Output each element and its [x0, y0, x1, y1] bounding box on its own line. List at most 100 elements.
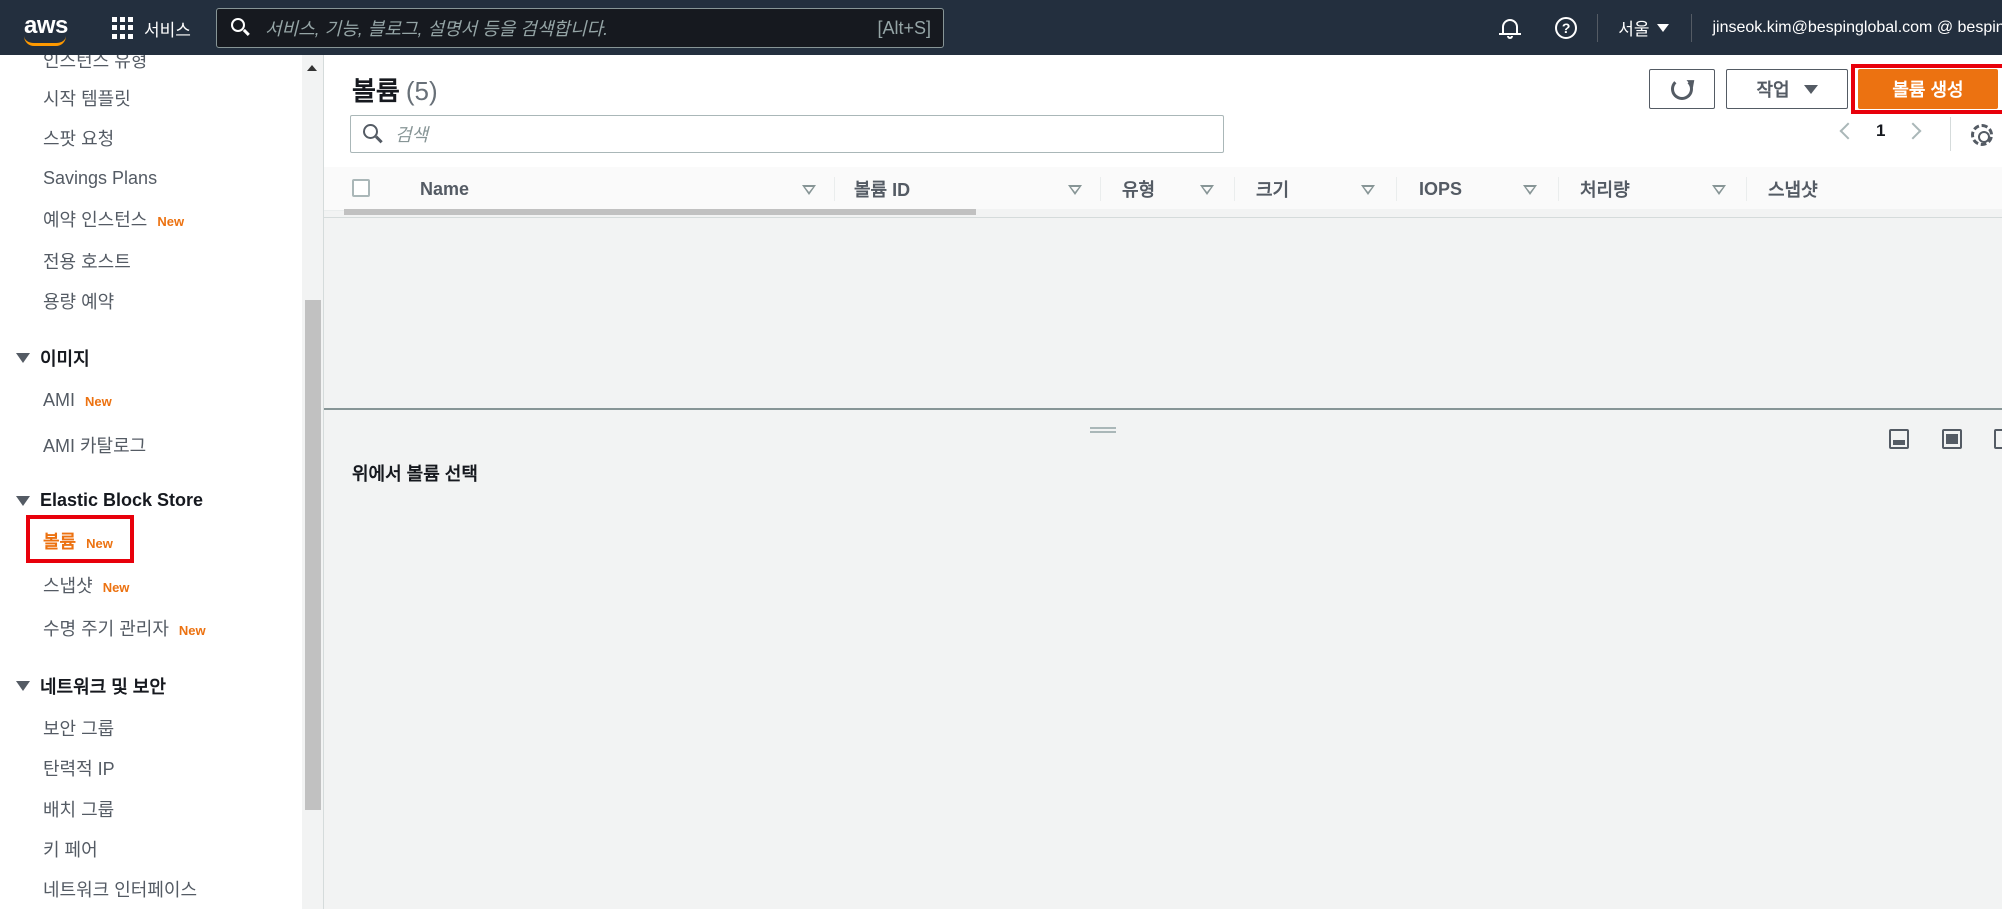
sidebar-scrollbar[interactable]: [302, 55, 324, 909]
sidebar-item-spot-requests[interactable]: 스팟 요청: [43, 125, 114, 151]
region-selector[interactable]: 서울: [1618, 15, 1670, 40]
column-divider[interactable]: [1234, 177, 1235, 201]
sort-icon[interactable]: [1712, 185, 1726, 195]
sidebar-section-ebs[interactable]: Elastic Block Store: [16, 490, 203, 511]
column-header-name[interactable]: Name: [420, 167, 469, 211]
volume-search-input[interactable]: 검색: [350, 115, 1224, 153]
sort-icon[interactable]: [1523, 185, 1537, 195]
triangle-down-icon: [16, 681, 30, 691]
chevron-right-icon[interactable]: [1904, 122, 1922, 140]
sidebar-item-label: 인스턴스 유형: [43, 55, 148, 71]
column-header-label: 볼륨 ID: [854, 180, 911, 200]
select-all-checkbox[interactable]: [352, 179, 370, 197]
refresh-button[interactable]: [1649, 69, 1715, 109]
sidebar-item-label: 키 페어: [43, 840, 98, 860]
drag-handle-icon[interactable]: [1090, 427, 1116, 433]
caret-down-icon: [1657, 23, 1670, 32]
column-header-label: 유형: [1122, 180, 1156, 200]
scrollbar-thumb[interactable]: [305, 300, 321, 810]
split-full-icon[interactable]: [1942, 429, 1962, 449]
column-header-label: 처리량: [1580, 180, 1630, 200]
aws-logo[interactable]: aws: [22, 10, 70, 46]
detail-panel-message: 위에서 볼륨 선택: [352, 464, 478, 484]
sidebar-item-label: 네트워크 인터페이스: [43, 880, 198, 900]
column-header-size[interactable]: 크기: [1256, 167, 1289, 211]
sidebar-item-label: 전용 호스트: [43, 252, 131, 272]
sidebar-item-dedicated-hosts[interactable]: 전용 호스트: [43, 248, 131, 274]
services-label: 서비스: [144, 20, 191, 40]
sort-icon[interactable]: [1068, 185, 1082, 195]
sidebar-item-label: 시작 템플릿: [43, 89, 131, 109]
sort-icon[interactable]: [1361, 185, 1375, 195]
help-icon[interactable]: ?: [1555, 16, 1578, 39]
column-header-label: IOPS: [1419, 178, 1463, 199]
sidebar-item-label: 수명 주기 관리자: [43, 619, 169, 639]
region-label: 서울: [1618, 20, 1650, 39]
sidebar-item-label: 용량 예약: [43, 292, 115, 312]
sidebar-item-label: 배치 그룹: [43, 800, 115, 820]
sidebar-item-placement-groups[interactable]: 배치 그룹: [43, 796, 114, 822]
column-header-volume-id[interactable]: 볼륨 ID: [854, 167, 910, 211]
sidebar-item-reserved-instances[interactable]: 예약 인스턴스 New: [43, 206, 184, 232]
sidebar-item-label: 탄력적 IP: [43, 759, 115, 779]
sidebar-section-title: 네트워크 및 보안: [40, 677, 166, 697]
page-number[interactable]: 1: [1876, 121, 1885, 141]
column-divider[interactable]: [1100, 177, 1101, 201]
sidebar-section-network-security[interactable]: 네트워크 및 보안: [16, 673, 166, 699]
highlight-box: [26, 515, 134, 563]
column-header-iops[interactable]: IOPS: [1419, 167, 1462, 211]
column-divider[interactable]: [1558, 177, 1559, 201]
global-search-input[interactable]: 서비스, 기능, 블로그, 설명서 등을 검색합니다. [Alt+S]: [216, 8, 944, 48]
column-divider[interactable]: [1746, 177, 1747, 201]
column-header-label: 크기: [1256, 180, 1290, 200]
account-menu[interactable]: jinseok.kim@bespinglobal.com @ bespin-: [1712, 19, 2002, 37]
sidebar-item-capacity-reservations[interactable]: 용량 예약: [43, 288, 114, 314]
sort-icon[interactable]: [1200, 185, 1214, 195]
scrollbar-thumb[interactable]: [344, 209, 976, 215]
column-header-snapshot[interactable]: 스냅샷: [1768, 167, 1818, 211]
table-header-area: 볼륨 (5) 작업 볼륨 생성 검색 1: [324, 55, 2002, 167]
sidebar-item-elastic-ip[interactable]: 탄력적 IP: [43, 755, 115, 781]
search-icon: [231, 18, 251, 38]
sidebar-item-label: Savings Plans: [43, 168, 158, 188]
column-divider[interactable]: [1396, 177, 1397, 201]
gear-icon[interactable]: [1971, 124, 1993, 146]
sidebar-section-title: Elastic Block Store: [40, 490, 204, 510]
sidebar-item-label: 보안 그룹: [43, 719, 115, 739]
sidebar-item-ami-catalog[interactable]: AMI 카탈로그: [43, 432, 146, 458]
column-header-throughput[interactable]: 처리량: [1580, 167, 1630, 211]
bell-icon[interactable]: [1499, 17, 1522, 39]
scroll-up-icon[interactable]: [307, 65, 317, 71]
sidebar-item-label: 스팟 요청: [43, 129, 115, 149]
sidebar: 인스턴스 유형 시작 템플릿 스팟 요청 Savings Plans 예약 인스…: [0, 55, 302, 909]
services-menu-button[interactable]: 서비스: [112, 14, 191, 42]
split-panel-divider[interactable]: [324, 408, 2002, 410]
sidebar-item-key-pairs[interactable]: 키 페어: [43, 836, 98, 862]
column-divider[interactable]: [834, 177, 835, 201]
column-header-label: 스냅샷: [1768, 180, 1818, 200]
column-header-type[interactable]: 유형: [1122, 167, 1155, 211]
global-search-placeholder: 서비스, 기능, 블로그, 설명서 등을 검색합니다.: [265, 19, 609, 39]
split-side-icon[interactable]: [1994, 429, 2002, 449]
sidebar-item-launch-templates[interactable]: 시작 템플릿: [43, 85, 131, 111]
sidebar-item-lifecycle-manager[interactable]: 수명 주기 관리자 New: [43, 615, 206, 641]
sort-icon[interactable]: [802, 185, 816, 195]
search-shortcut: [Alt+S]: [877, 17, 931, 38]
table-horizontal-scrollbar[interactable]: [344, 209, 2002, 215]
sidebar-item-ami[interactable]: AMI New: [43, 390, 112, 411]
highlight-box: [1851, 64, 2002, 114]
sidebar-item-snapshots[interactable]: 스냅샷 New: [43, 572, 129, 598]
split-bottom-icon[interactable]: [1889, 429, 1909, 449]
actions-label: 작업: [1756, 80, 1790, 100]
sidebar-section-images[interactable]: 이미지: [16, 345, 90, 371]
refresh-icon: [1671, 78, 1693, 100]
sidebar-item-security-groups[interactable]: 보안 그룹: [43, 715, 114, 741]
aws-smile-icon: [24, 36, 66, 46]
caret-down-icon: [1803, 84, 1818, 94]
chevron-left-icon[interactable]: [1839, 122, 1857, 140]
sidebar-item-instance-types[interactable]: 인스턴스 유형: [43, 55, 147, 73]
new-badge: New: [178, 623, 206, 638]
sidebar-item-savings-plans[interactable]: Savings Plans: [43, 168, 157, 189]
actions-button[interactable]: 작업: [1726, 69, 1848, 109]
sidebar-item-network-interfaces[interactable]: 네트워크 인터페이스: [43, 876, 197, 902]
